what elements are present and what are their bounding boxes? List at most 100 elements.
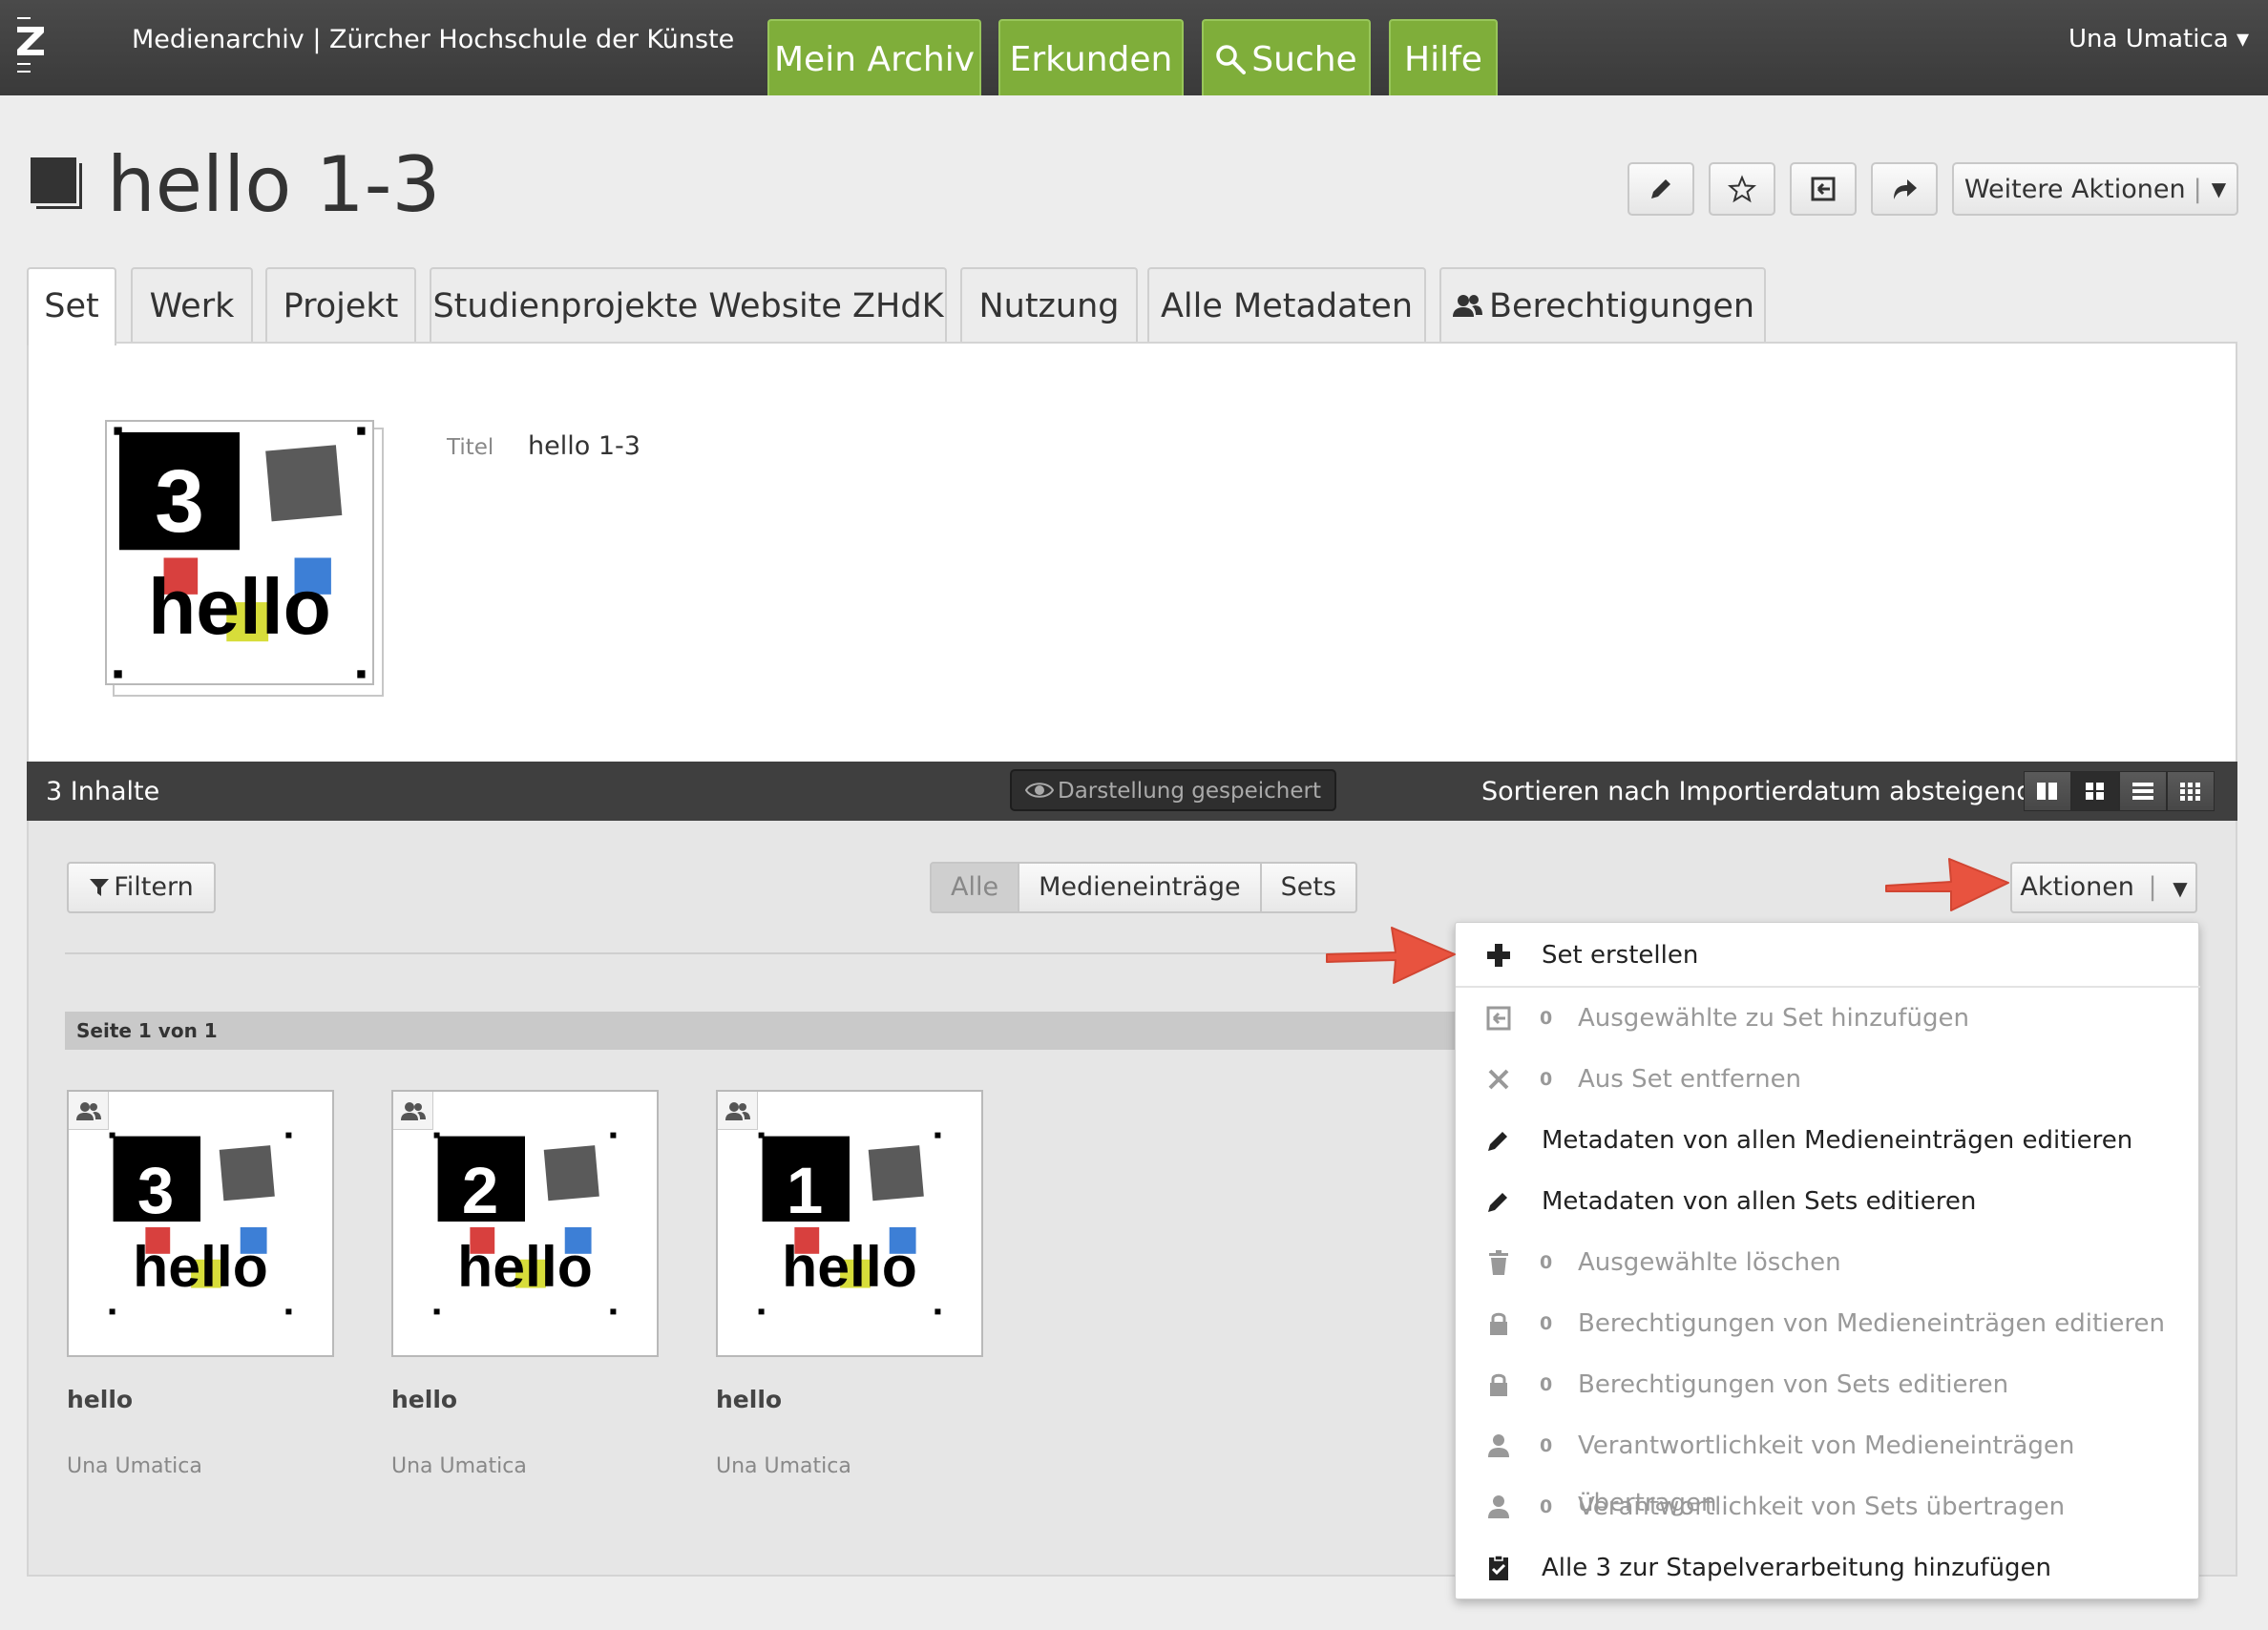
trash-icon [1489, 1250, 1508, 1275]
tab-projekt[interactable]: Projekt [265, 267, 416, 344]
nav-suche-label: Suche [1251, 40, 1357, 79]
card-word: hello [133, 1234, 268, 1299]
menu-item-batch-add[interactable]: Alle 3 zur Stapelverarbeitung hinzufügen [1456, 1539, 2200, 1597]
add-to-set-icon [1486, 1006, 1511, 1031]
menu-item-label: Set erstellen [1542, 941, 1699, 970]
view-tiles-button[interactable] [2024, 771, 2071, 811]
media-card[interactable]: 1 hello [716, 1090, 983, 1357]
menu-item-label: Aus Set entfernen [1578, 1065, 1802, 1094]
app-brand[interactable]: Medienarchiv | Zürcher Hochschule der Kü… [132, 25, 734, 54]
more-actions-label: Weitere Aktionen [1964, 174, 2186, 204]
card-owner: Una Umatica [716, 1454, 851, 1478]
menu-item-count: 0 [1540, 1313, 1553, 1334]
card-title[interactable]: hello [67, 1386, 133, 1413]
menu-divider [1456, 986, 2200, 988]
menu-item-label: Berechtigungen von Medieneinträgen editi… [1578, 1309, 2165, 1338]
eye-icon [1024, 783, 1055, 798]
segment-medieneintraege[interactable]: Medieneinträge [1018, 862, 1262, 913]
menu-item-transfer-media-responsibility[interactable]: 0 Verantwortlichkeit von Medieneinträgen… [1456, 1417, 2200, 1517]
zhdk-logo[interactable] [13, 17, 48, 76]
menu-item-set-erstellen[interactable]: Set erstellen [1456, 927, 2200, 984]
user-menu[interactable]: Una Umatica ▾ [2068, 25, 2249, 53]
menu-item-edit-set-metadata[interactable]: Metadaten von allen Sets editieren [1456, 1173, 2200, 1230]
menu-item-media-permissions[interactable]: 0 Berechtigungen von Medieneinträgen edi… [1456, 1295, 2200, 1352]
set-icon [31, 157, 84, 211]
chevron-down-icon: | [2193, 174, 2202, 204]
tab-nutzung[interactable]: Nutzung [960, 267, 1138, 344]
segment-alle[interactable]: Alle [930, 862, 1020, 913]
card-title[interactable]: hello [716, 1386, 782, 1413]
view-grid-button[interactable] [2071, 771, 2119, 811]
aktionen-label: Aktionen [2020, 872, 2134, 902]
aktionen-dropdown-menu: Set erstellen 0 Ausgewählte zu Set hinzu… [1455, 922, 2200, 1599]
share-button[interactable] [1871, 162, 1938, 216]
set-cover-image[interactable]: 3 hello [105, 420, 374, 685]
nav-erkunden[interactable]: Erkunden [998, 19, 1184, 95]
favorite-button[interactable] [1709, 162, 1775, 216]
segment-sets[interactable]: Sets [1259, 862, 1357, 913]
media-card[interactable]: 2 hello [391, 1090, 659, 1357]
edit-button[interactable] [1628, 162, 1694, 216]
annotation-arrow-icon [1326, 927, 1456, 984]
tab-set[interactable]: Set [27, 267, 116, 345]
tab-werk[interactable]: Werk [131, 267, 253, 344]
grid-icon [2086, 783, 2104, 800]
meta-title-label: Titel [447, 435, 494, 460]
card-word: hello [782, 1234, 917, 1299]
list-icon [2132, 783, 2153, 800]
menu-item-delete-selected[interactable]: 0 Ausgewählte löschen [1456, 1234, 2200, 1291]
content-toolbar: 3 Inhalte Darstellung gespeichert Sortie… [27, 762, 2237, 821]
card-owner: Una Umatica [391, 1454, 527, 1478]
menu-item-edit-media-metadata[interactable]: Metadaten von allen Medieneinträgen edit… [1456, 1112, 2200, 1169]
pencil-icon [1488, 1193, 1507, 1212]
view-saved-button[interactable]: Darstellung gespeichert [1010, 769, 1336, 811]
user-icon [1488, 1434, 1509, 1457]
filter-button[interactable]: Filtern [67, 862, 216, 913]
menu-item-count: 0 [1540, 1435, 1553, 1456]
tab-studienprojekte[interactable]: Studienprojekte Website ZHdK [430, 267, 947, 344]
menu-item-set-permissions[interactable]: 0 Berechtigungen von Sets editieren [1456, 1356, 2200, 1413]
caret-down-icon: ▼ [2211, 178, 2227, 200]
nav-hilfe[interactable]: Hilfe [1389, 19, 1498, 95]
nav-mein-archiv[interactable]: Mein Archiv [767, 19, 981, 95]
view-list-button[interactable] [2119, 771, 2167, 811]
card-title[interactable]: hello [391, 1386, 457, 1413]
media-card[interactable]: 3 hello [67, 1090, 334, 1357]
lock-icon [1490, 1373, 1507, 1396]
menu-item-remove-from-set[interactable]: 0 Aus Set entfernen [1456, 1051, 2200, 1108]
shared-badge [393, 1092, 433, 1130]
plus-icon [1487, 944, 1510, 967]
tab-alle-metadaten[interactable]: Alle Metadaten [1147, 267, 1426, 344]
menu-item-label: Alle 3 zur Stapelverarbeitung hinzufügen [1542, 1554, 2051, 1582]
type-filter-segment: Alle Medieneinträge Sets [930, 862, 1357, 913]
card-word: hello [457, 1234, 593, 1299]
add-to-set-button[interactable] [1790, 162, 1857, 216]
user-icon [1488, 1495, 1509, 1518]
tab-berechtigungen[interactable]: Berechtigungen [1439, 267, 1766, 344]
nav-suche[interactable]: Suche [1202, 19, 1371, 95]
sort-dropdown[interactable]: Sortieren nach Importierdatum absteigend… [1481, 777, 2054, 806]
card-number: 1 [787, 1154, 823, 1227]
page-title: hello 1-3 [107, 140, 441, 229]
shared-badge [718, 1092, 758, 1130]
aktionen-button[interactable]: Aktionen | ▼ [2010, 862, 2197, 913]
columns-icon [2037, 783, 2057, 800]
menu-item-count: 0 [1540, 1069, 1553, 1090]
meta-title-value: hello 1-3 [528, 431, 640, 461]
menu-item-count: 0 [1540, 1496, 1553, 1517]
share-icon [1894, 179, 1917, 199]
menu-item-label: Verantwortlichkeit von Sets übertragen [1578, 1493, 2066, 1521]
divider: | [2148, 872, 2157, 902]
menu-item-label: Berechtigungen von Sets editieren [1578, 1370, 2009, 1399]
star-icon [1728, 175, 1756, 203]
card-number: 2 [462, 1154, 498, 1227]
menu-item-add-to-set[interactable]: 0 Ausgewählte zu Set hinzufügen [1456, 990, 2200, 1047]
view-compact-button[interactable] [2167, 771, 2215, 811]
shared-badge [69, 1092, 109, 1130]
menu-item-label: Metadaten von allen Medieneinträgen edit… [1542, 1126, 2133, 1155]
caret-down-icon: ▼ [2173, 877, 2188, 900]
search-icon [1216, 45, 1247, 74]
menu-item-transfer-set-responsibility[interactable]: 0 Verantwortlichkeit von Sets übertragen [1456, 1478, 2200, 1536]
more-actions-button[interactable]: Weitere Aktionen | ▼ [1952, 162, 2238, 216]
view-saved-label: Darstellung gespeichert [1058, 779, 1321, 804]
